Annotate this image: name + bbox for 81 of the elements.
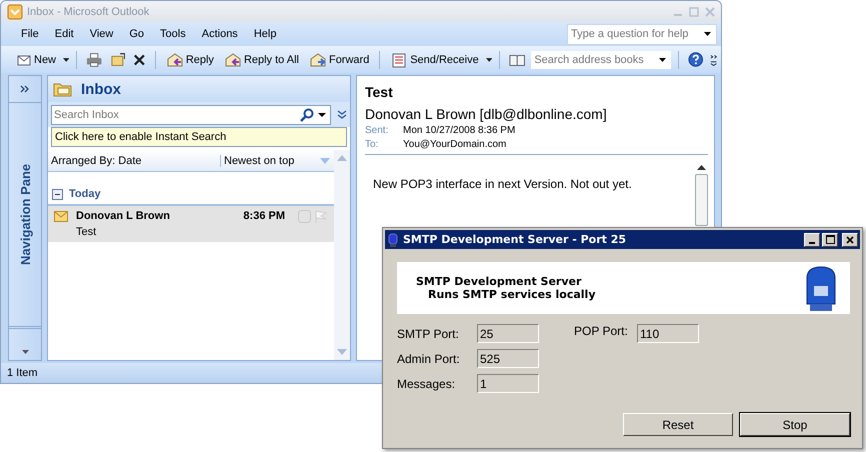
reply-all-button[interactable]: Reply to All [220, 52, 302, 68]
address-search-field[interactable]: Search address books [531, 50, 672, 68]
dropdown-arrow-icon[interactable] [659, 58, 666, 62]
close-button[interactable] [842, 232, 858, 246]
message-sender: Donovan L Brown [dlb@dlbonline.com] [365, 106, 608, 122]
address-book-icon[interactable] [508, 52, 526, 66]
menu-item[interactable]: Help [246, 28, 284, 40]
group-header: Today [69, 188, 101, 200]
message-time: 8:36 PM [243, 210, 285, 222]
expand-icon[interactable] [337, 110, 347, 120]
menu-item[interactable]: Edit [46, 28, 82, 40]
address-search-field[interactable]: Search address books [531, 54, 654, 66]
mailbox-icon [804, 264, 838, 312]
dropdown-arrow-icon[interactable] [704, 32, 711, 36]
instant-search-link[interactable]: Click here to enable Instant Search [51, 127, 347, 147]
help-icon[interactable] [688, 51, 704, 68]
field-label: SMTP Port: [397, 326, 460, 340]
dropdown-arrow-icon[interactable] [63, 58, 70, 62]
search-icon[interactable] [300, 108, 314, 122]
dropdown-arrow-icon[interactable] [486, 58, 492, 62]
minimize-icon [809, 242, 815, 244]
send-receive-button[interactable]: Send/Receive [387, 52, 482, 68]
recipient-address: You@YourDomain.com [403, 139, 506, 150]
dropdown-arrow-icon[interactable] [318, 113, 326, 117]
maximize-button[interactable] [822, 232, 838, 246]
field-label: POP Port: [573, 324, 629, 338]
message-item[interactable]: Donovan L Brown 8:36 PM Test [48, 206, 334, 242]
stop-button[interactable]: Stop [740, 413, 850, 436]
navigation-pane[interactable]: Navigation Pane [8, 75, 42, 361]
value-field: 110 [637, 324, 699, 343]
reply-button[interactable]: Reply [162, 52, 217, 68]
sent-date: Mon 10/27/2008 8:36 PM [403, 125, 516, 136]
navigation-pane-label: Navigation Pane [18, 162, 32, 268]
folder-icon [53, 81, 73, 97]
toolbar-options-icon[interactable] [710, 52, 717, 66]
menu-item[interactable]: Go [121, 28, 152, 40]
field-label: Messages: [397, 376, 456, 390]
search-field[interactable]: Search Inbox [51, 105, 331, 125]
folder-title: Inbox [81, 80, 121, 98]
forward-icon [308, 52, 327, 68]
close-icon [846, 236, 854, 244]
help-search-field[interactable]: Type a question for help [567, 24, 717, 44]
minimize-button[interactable] [804, 232, 820, 246]
sort-order-header[interactable]: Newest on top [221, 154, 334, 166]
message-sender: Donovan L Brown [76, 210, 170, 222]
menu-item[interactable]: Tools [152, 28, 194, 40]
window-title: Inbox - Microsoft Outlook [27, 6, 150, 18]
checkbox-icon[interactable] [298, 210, 311, 223]
forward-button[interactable]: Forward [306, 52, 372, 68]
folder-icon[interactable] [110, 52, 126, 68]
field-label: Admin Port: [397, 352, 461, 366]
menu-item[interactable]: View [82, 28, 122, 40]
message-body: New POP3 interface in next Version. Not out yet. [373, 177, 632, 191]
menu-item[interactable]: Actions [194, 28, 246, 40]
collapse-icon[interactable] [52, 188, 63, 200]
mailbox-icon [388, 232, 398, 246]
expand-icon[interactable] [20, 85, 30, 93]
reply-icon [166, 52, 184, 68]
reply-icon [224, 52, 242, 68]
dialog-title: SMTP Development Server - Port 25 [403, 233, 628, 246]
printer-icon[interactable] [86, 52, 103, 68]
arrange-by-header[interactable]: Arranged By: Date [48, 154, 221, 166]
banner-title: SMTP Development Server [416, 275, 582, 288]
status-text: 1 Item [7, 367, 38, 379]
sent-label: Sent: [365, 125, 390, 136]
maximize-icon [826, 235, 834, 244]
to-label: To: [365, 139, 380, 150]
delete-icon[interactable] [133, 52, 146, 66]
value-field: 525 [477, 349, 539, 368]
scroll-up-icon[interactable] [696, 165, 706, 170]
help-search-field[interactable]: Type a question for help [568, 28, 699, 40]
value-field: 25 [477, 324, 539, 343]
banner-subtitle: Runs SMTP services locally [427, 288, 596, 301]
new-button[interactable]: New [13, 52, 60, 68]
value-field: 1 [477, 374, 539, 393]
document-icon [390, 52, 408, 68]
menu-item[interactable]: File [13, 28, 47, 40]
reset-button[interactable]: Reset [623, 413, 733, 436]
message-subject: Test [76, 226, 98, 238]
message-subject-heading: Test [365, 84, 394, 100]
sort-arrow-icon [320, 158, 330, 164]
